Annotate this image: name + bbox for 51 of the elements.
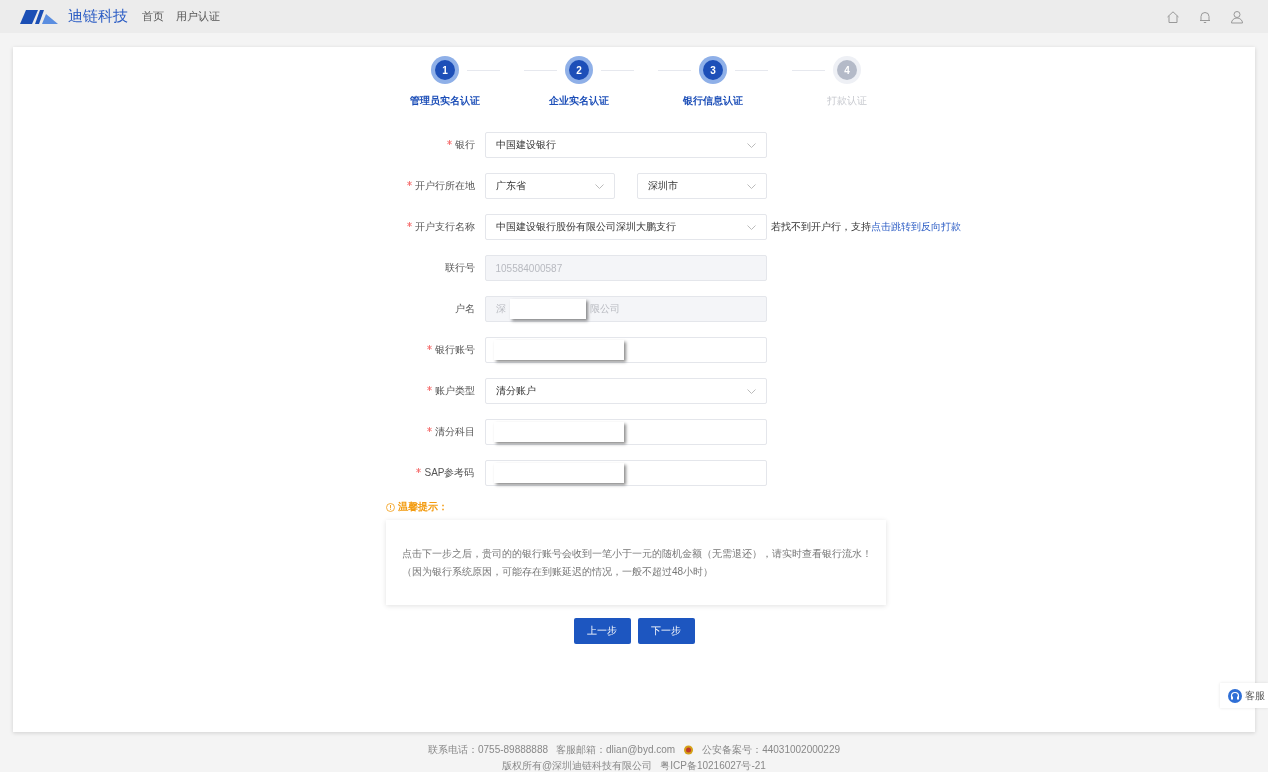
notice-text: 点击下一步之后，贵司的的银行账号会收到一笔小于一元的随机金额（无需退还），请实时查看银行流水！ — [402, 546, 873, 561]
home-icon[interactable] — [1166, 9, 1180, 24]
field-label: 账户类型 — [434, 385, 475, 396]
select-field[interactable]: 清分账户 — [484, 378, 767, 404]
select-field[interactable]: 深圳市 — [636, 173, 767, 199]
step-label: 管理员实名认证 — [410, 94, 480, 108]
chevron-down-icon — [594, 183, 604, 189]
notice-text: （因为银行系统原因，可能存在到账延迟的情况，一般不超过48小时） — [402, 564, 715, 579]
step-button[interactable]: 上一步 — [573, 618, 631, 644]
field-label: 银行账号 — [434, 344, 475, 355]
headset-icon — [1228, 688, 1242, 703]
footer-text: 公安备案号：44031002000229 — [702, 743, 840, 757]
chevron-down-icon — [746, 142, 756, 148]
field-label: 开户支行名称 — [414, 221, 475, 232]
field-label: 银行 — [454, 139, 475, 150]
select-field[interactable]: 中国建设银行股份有限公司深圳大鹏支行 — [484, 214, 767, 240]
step-number: 2 — [569, 60, 589, 80]
input-field[interactable] — [484, 460, 767, 486]
field-label: 清分科目 — [434, 426, 475, 437]
field-label: SAP参考码 — [424, 467, 475, 478]
select-field[interactable]: 广东省 — [484, 173, 615, 199]
step-label: 银行信息认证 — [683, 94, 743, 108]
nav-link[interactable]: 用户认证 — [176, 9, 220, 24]
chevron-down-icon — [746, 183, 756, 189]
customer-service-button[interactable]: 客服 — [1220, 683, 1268, 708]
field-label: 开户行所在地 — [414, 180, 475, 191]
footer-text: 粤ICP备10216027号-21 — [660, 759, 766, 772]
input-field[interactable] — [484, 419, 767, 445]
step-label: 企业实名认证 — [549, 94, 609, 108]
field-label: 户名 — [454, 303, 475, 314]
footer-text: 版权所有@深圳迪链科技有限公司 — [502, 759, 653, 772]
notice-title: 温馨提示： — [398, 500, 448, 514]
step-number: 3 — [703, 60, 723, 80]
field-label: 联行号 — [444, 262, 475, 273]
input-field[interactable] — [484, 337, 767, 363]
step-number: 4 — [837, 60, 857, 80]
brand-name: 迪链科技 — [68, 7, 128, 26]
info-icon — [386, 502, 395, 512]
bell-icon[interactable] — [1198, 9, 1212, 24]
logo-icon — [20, 7, 60, 26]
footer-text: 客服邮箱：dlian@byd.com — [556, 743, 676, 757]
select-field[interactable]: 中国建设银行 — [484, 132, 767, 158]
user-icon[interactable] — [1230, 9, 1244, 24]
emblem-icon — [683, 744, 695, 756]
chevron-down-icon — [746, 388, 756, 394]
nav-link[interactable]: 首页 — [142, 9, 164, 24]
reverse-payment-link[interactable]: 点击跳转到反向打款 — [870, 221, 961, 232]
step-number: 1 — [435, 60, 455, 80]
step-button[interactable]: 下一步 — [637, 618, 695, 644]
footer-text: 联系电话：0755-89888888 — [428, 743, 549, 757]
chevron-down-icon — [746, 224, 756, 230]
